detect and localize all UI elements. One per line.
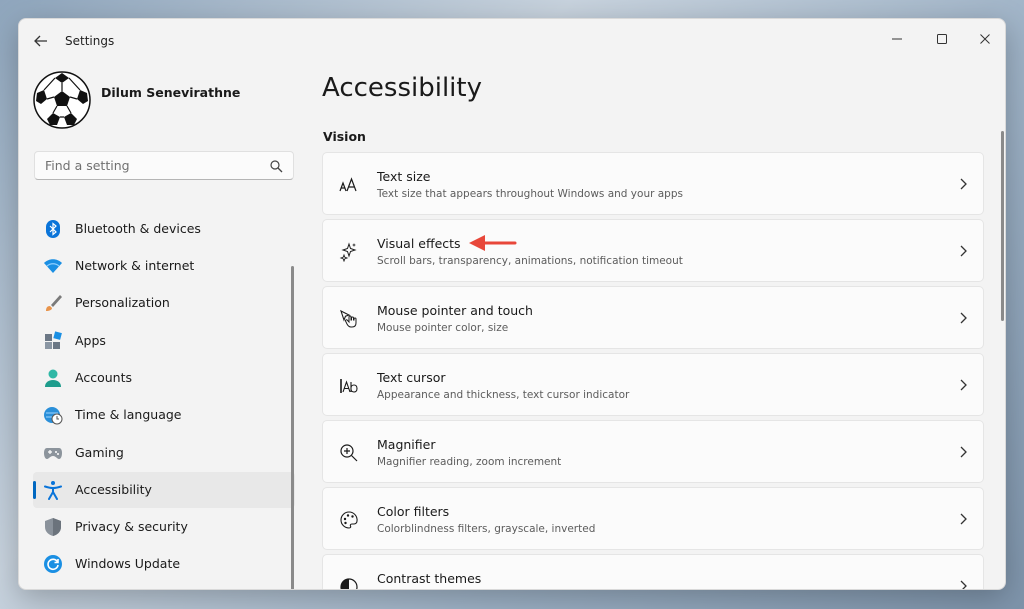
chevron-right-icon [960,580,967,589]
back-button[interactable] [31,31,51,51]
card-description: Magnifier reading, zoom increment [377,456,562,468]
search-icon [270,160,283,173]
chevron-right-icon [960,379,967,391]
sidebar-item-label: Accessibility [75,482,152,497]
palette-icon [340,511,358,529]
mouse-pointer-icon [340,309,357,328]
sidebar-item-label: Windows Update [75,556,181,571]
card-title: Mouse pointer and touch [377,303,533,318]
card-title: Contrast themes [377,571,482,586]
sidebar-item-network[interactable]: Network & internet [33,248,295,284]
card-title: Magnifier [377,437,436,452]
main-scrollbar[interactable] [1001,131,1004,321]
search-placeholder: Find a setting [45,158,130,173]
card-title: Visual effects [377,236,461,251]
maximize-icon [937,34,947,44]
sidebar-item-accounts[interactable]: Accounts [33,360,295,396]
sidebar-item-label: Accounts [75,370,132,385]
card-title: Text size [377,169,431,184]
avatar[interactable] [33,71,91,129]
settings-window: Settings Dilum Senevirathne Find a setti… [18,18,1006,590]
sidebar-item-label: Personalization [75,295,170,310]
update-icon [44,555,62,573]
apps-icon [45,331,62,349]
sidebar-item-bluetooth[interactable]: Bluetooth & devices [33,211,295,247]
text-size-icon [339,177,357,192]
accessibility-icon [44,481,62,500]
sidebar-item-label: Network & internet [75,258,195,273]
sidebar-item-accessibility[interactable]: Accessibility [33,472,295,508]
search-input[interactable]: Find a setting [34,151,294,180]
minimize-button[interactable] [877,25,917,53]
wifi-icon [44,259,62,273]
sidebar-scrollbar[interactable] [291,266,294,589]
chevron-right-icon [960,245,967,257]
chevron-right-icon [960,446,967,458]
magnifier-icon [340,444,358,462]
chevron-right-icon [960,312,967,324]
back-arrow-icon [34,35,47,47]
card-mouse-pointer[interactable]: Mouse pointer and touch Mouse pointer co… [322,286,984,349]
card-text-size[interactable]: Text size Text size that appears through… [322,152,984,215]
sidebar-item-label: Apps [75,333,106,348]
close-icon [980,34,990,44]
sidebar-item-label: Time & language [75,407,182,422]
sidebar-item-label: Gaming [75,445,124,460]
section-heading: Vision [323,129,366,144]
card-title: Text cursor [377,370,446,385]
brush-icon [46,295,62,311]
close-button[interactable] [965,25,1005,53]
soccer-ball-icon [33,71,91,129]
sidebar-item-windows-update[interactable]: Windows Update [33,546,295,582]
sidebar-item-label: Privacy & security [75,519,188,534]
sidebar-item-personalization[interactable]: Personalization [33,285,295,321]
title-bar: Settings [19,19,1005,63]
sidebar-item-apps[interactable]: Apps [33,323,295,359]
card-magnifier[interactable]: Magnifier Magnifier reading, zoom increm… [322,420,984,483]
card-description: Appearance and thickness, text cursor in… [377,389,630,401]
shield-icon [45,518,61,536]
sidebar-item-privacy[interactable]: Privacy & security [33,509,295,545]
annotation-arrow-icon [469,235,517,251]
person-icon [45,369,61,387]
page-title: Accessibility [322,73,482,103]
globe-clock-icon [44,407,63,425]
card-description: Text size that appears throughout Window… [377,188,683,200]
app-title: Settings [65,34,115,48]
minimize-icon [892,38,902,40]
card-description: Scroll bars, transparency, animations, n… [377,255,683,267]
card-color-filters[interactable]: Color filters Colorblindness filters, gr… [322,487,984,550]
card-visual-effects[interactable]: Visual effects Scroll bars, transparency… [322,219,984,282]
card-description: Colorblindness filters, grayscale, inver… [377,523,596,535]
chevron-right-icon [960,513,967,525]
card-description: Mouse pointer color, size [377,322,509,334]
maximize-button[interactable] [922,25,962,53]
sparkle-icon [339,242,357,262]
card-contrast-themes[interactable]: Contrast themes [322,554,984,589]
card-title: Color filters [377,504,450,519]
text-cursor-icon [340,379,358,393]
sidebar-item-gaming[interactable]: Gaming [33,435,295,471]
chevron-right-icon [960,178,967,190]
profile-name: Dilum Senevirathne [101,85,241,100]
sidebar-item-label: Bluetooth & devices [75,221,201,236]
contrast-icon [340,578,358,589]
sidebar-item-time-language[interactable]: Time & language [33,397,295,433]
gamepad-icon [44,448,62,459]
bluetooth-icon [46,220,60,238]
card-text-cursor[interactable]: Text cursor Appearance and thickness, te… [322,353,984,416]
